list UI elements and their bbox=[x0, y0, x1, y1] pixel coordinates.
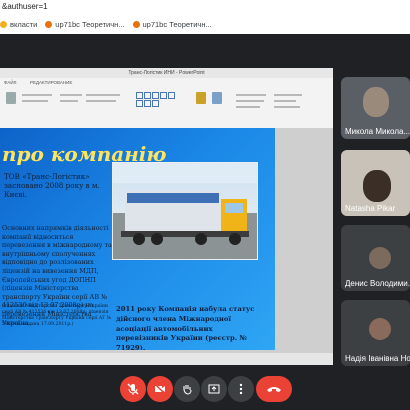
shape-icon[interactable] bbox=[144, 92, 151, 99]
colab-icon bbox=[132, 20, 140, 28]
participant-name: Микола Микола... bbox=[345, 127, 410, 136]
participant-tile[interactable]: Надія Іванівна Но... bbox=[341, 300, 410, 366]
powerpoint-status-bar bbox=[0, 353, 333, 365]
participant-tile[interactable]: Микола Микола... bbox=[341, 77, 410, 139]
bookmark-label: вкласти bbox=[10, 19, 38, 29]
powerpoint-ribbon: ФАЙЛ РЕДАКТИРОВАНИЕ bbox=[0, 78, 333, 129]
ribbon-divider bbox=[22, 94, 52, 96]
paste-icon[interactable] bbox=[6, 92, 16, 104]
participant-video bbox=[363, 87, 389, 117]
slide-workspace: про компанію ТОВ «Транс-Логістик» заснов… bbox=[0, 128, 333, 365]
slide-quote: 2011 року Компанія набула статус дійсног… bbox=[116, 305, 255, 350]
bookmark-item[interactable]: up71bc Теоретичн... bbox=[45, 19, 125, 29]
ribbon-divider bbox=[274, 94, 302, 96]
ribbon-divider bbox=[236, 100, 264, 102]
avatar bbox=[369, 318, 391, 340]
phone-icon bbox=[267, 387, 281, 392]
bookmark-label: up71bc Теоретичн... bbox=[55, 19, 125, 29]
camera-off-button[interactable] bbox=[147, 376, 173, 402]
ribbon-divider bbox=[86, 94, 120, 96]
ribbon-divider bbox=[86, 100, 116, 102]
shared-screen: Транс-Логістик ИНИ - PowerPoint ФАЙЛ РЕД… bbox=[0, 68, 333, 365]
slide-small-text: (ліцензія Міністерства Транспорту Україн… bbox=[2, 304, 112, 327]
browser-chrome: &authuser=1 вкласти up71bc Теоретичн... … bbox=[0, 0, 410, 34]
participant-name: Надія Іванівна Но... bbox=[345, 354, 410, 363]
shape-icon[interactable] bbox=[152, 92, 159, 99]
shape-icon[interactable] bbox=[152, 100, 159, 107]
ribbon-divider bbox=[236, 94, 266, 96]
truck-photo bbox=[112, 162, 258, 260]
participant-tile[interactable]: Natasha Pikar bbox=[341, 150, 410, 216]
colab-icon bbox=[45, 20, 53, 28]
present-button[interactable] bbox=[201, 376, 227, 402]
bookmark-icon bbox=[0, 20, 7, 28]
ribbon-divider bbox=[274, 100, 296, 102]
avatar bbox=[369, 247, 391, 269]
slide: про компанію ТОВ «Транс-Логістик» заснов… bbox=[0, 128, 275, 350]
bookmarks-bar: вкласти up71bc Теоретичн... up71bc Теоре… bbox=[0, 16, 410, 32]
styles-icon[interactable] bbox=[212, 92, 222, 104]
ribbon-tab[interactable]: ФАЙЛ bbox=[4, 80, 17, 85]
ribbon-tab[interactable]: РЕДАКТИРОВАНИЕ bbox=[30, 80, 72, 85]
bookmark-item[interactable]: up71bc Теоретичн... bbox=[132, 19, 212, 29]
raise-hand-button[interactable] bbox=[174, 376, 200, 402]
arrange-icon[interactable] bbox=[196, 92, 206, 104]
shape-icon[interactable] bbox=[136, 100, 143, 107]
participant-video bbox=[363, 170, 391, 202]
camera-off-icon bbox=[154, 383, 166, 395]
more-options-button[interactable] bbox=[228, 376, 254, 402]
ribbon-divider bbox=[236, 106, 260, 108]
mic-off-icon bbox=[127, 383, 139, 395]
url-text: &authuser=1 bbox=[2, 2, 48, 11]
bookmark-item[interactable]: вкласти bbox=[0, 20, 37, 29]
shape-icon[interactable] bbox=[168, 92, 175, 99]
leave-call-button[interactable] bbox=[256, 376, 292, 402]
participant-name: Natasha Pikar bbox=[345, 204, 396, 213]
slide-intro: ТОВ «Транс-Логістик» засновано 2008 року… bbox=[4, 172, 100, 199]
present-icon bbox=[208, 384, 220, 394]
bookmark-label: up71bc Теоретичн... bbox=[142, 19, 212, 29]
ribbon-divider bbox=[60, 100, 78, 102]
powerpoint-title-bar: Транс-Логістик ИНИ - PowerPoint bbox=[0, 68, 333, 78]
participant-tile[interactable]: Денис Володими... bbox=[341, 225, 410, 291]
participant-name: Денис Володими... bbox=[345, 279, 410, 288]
ribbon-divider bbox=[22, 100, 48, 102]
hand-icon bbox=[183, 385, 192, 395]
ribbon-divider bbox=[274, 106, 300, 108]
mic-off-button[interactable] bbox=[120, 376, 146, 402]
shape-icon[interactable] bbox=[160, 92, 167, 99]
address-bar[interactable]: &authuser=1 bbox=[0, 0, 410, 14]
ribbon-divider bbox=[60, 94, 82, 96]
shape-icon[interactable] bbox=[136, 92, 143, 99]
shape-icon[interactable] bbox=[144, 100, 151, 107]
truck-image bbox=[113, 163, 257, 259]
more-icon bbox=[239, 383, 243, 395]
